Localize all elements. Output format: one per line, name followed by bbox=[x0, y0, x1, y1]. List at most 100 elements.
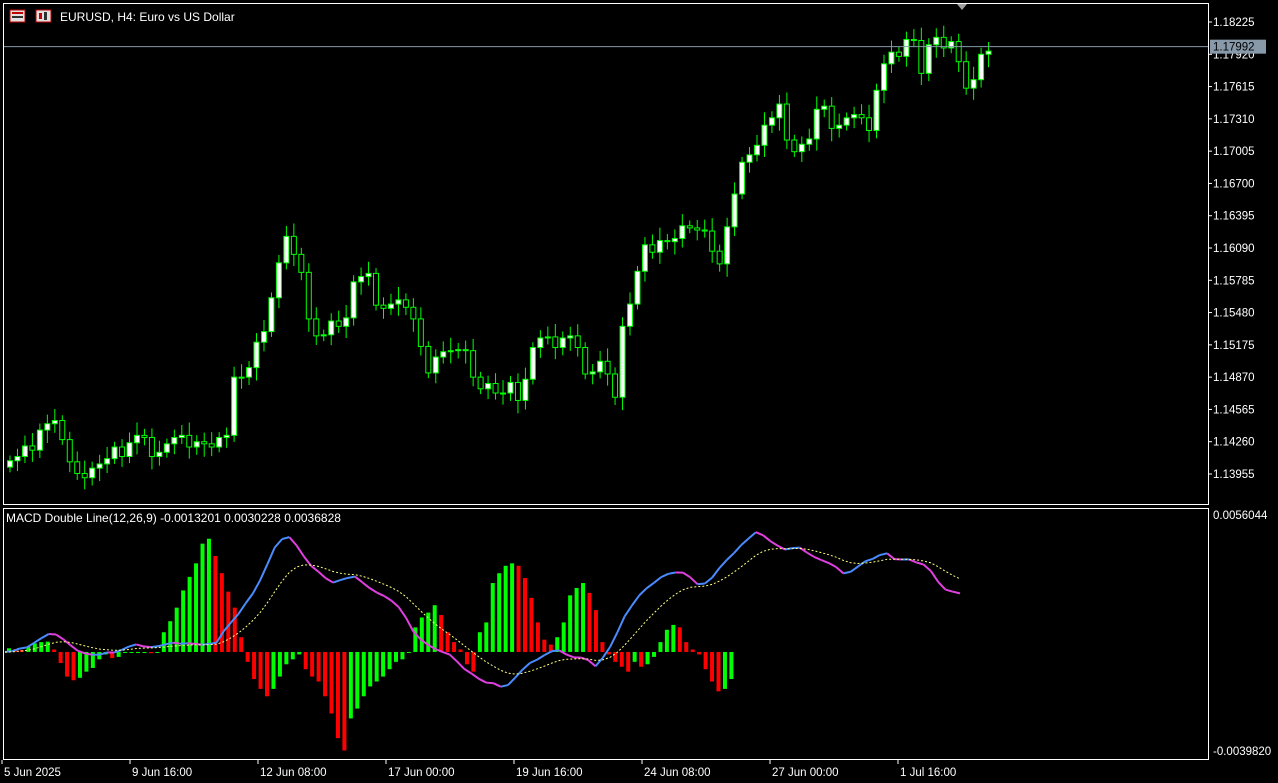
candle bbox=[500, 380, 507, 405]
candle bbox=[36, 423, 43, 459]
macd-line-segment bbox=[347, 575, 356, 579]
histogram-bar bbox=[174, 607, 179, 652]
candle bbox=[193, 435, 200, 455]
time-tick-label: 27 Jun 00:00 bbox=[772, 767, 839, 779]
histogram-bar bbox=[265, 651, 269, 697]
macd-line-segment bbox=[48, 633, 57, 636]
macd-line-segment bbox=[660, 572, 669, 579]
candle bbox=[477, 371, 484, 395]
macd-line-segment bbox=[623, 604, 633, 617]
candle bbox=[828, 97, 835, 142]
candle bbox=[783, 92, 790, 150]
histogram-bar bbox=[258, 651, 263, 689]
histogram-bar bbox=[400, 651, 405, 660]
candle bbox=[246, 361, 253, 385]
macd-line-segment bbox=[937, 581, 947, 591]
candle bbox=[485, 375, 492, 400]
candle bbox=[350, 275, 357, 326]
candle bbox=[89, 461, 96, 486]
candle bbox=[701, 219, 708, 238]
macd-line-segment bbox=[310, 565, 320, 573]
candle bbox=[447, 337, 454, 364]
histogram-bar bbox=[206, 538, 211, 652]
shift-triangle-icon[interactable] bbox=[957, 4, 967, 10]
histogram-bar bbox=[523, 578, 527, 652]
histogram-bar bbox=[348, 651, 353, 719]
macd-line-segment bbox=[33, 637, 42, 644]
candle bbox=[970, 66, 977, 100]
histogram-bar bbox=[658, 642, 663, 652]
candle bbox=[358, 267, 365, 295]
candle bbox=[343, 304, 350, 338]
candle bbox=[260, 319, 267, 352]
candle bbox=[813, 96, 820, 151]
candle bbox=[470, 339, 477, 387]
histogram-bar bbox=[697, 651, 702, 655]
histogram-bar bbox=[394, 651, 398, 662]
histogram-bar bbox=[729, 651, 734, 680]
candle bbox=[462, 340, 469, 364]
histogram-bar bbox=[45, 641, 50, 652]
macd-line-segment bbox=[383, 595, 392, 602]
candle bbox=[746, 147, 753, 173]
time-tick-label: 17 Jun 00:00 bbox=[388, 767, 455, 779]
histogram-bar bbox=[484, 622, 489, 652]
histogram-bar bbox=[129, 651, 134, 653]
candle bbox=[656, 227, 663, 264]
histogram-bar bbox=[529, 597, 534, 652]
macd-line-segment bbox=[368, 587, 378, 594]
candle bbox=[395, 286, 402, 316]
candle bbox=[798, 136, 805, 163]
candle bbox=[963, 51, 970, 95]
histogram-bar bbox=[600, 642, 605, 652]
chart-type-icon[interactable] bbox=[35, 9, 52, 23]
histogram-bar bbox=[671, 624, 676, 652]
macd-line-segment bbox=[864, 557, 873, 563]
macd-line-segment bbox=[361, 581, 371, 589]
candle bbox=[731, 182, 738, 236]
macd-line-segment bbox=[806, 551, 815, 558]
histogram-bar bbox=[535, 622, 540, 652]
price-tick-label: 1.14870 bbox=[1213, 372, 1255, 384]
histogram-bar bbox=[136, 651, 140, 653]
candle bbox=[582, 342, 589, 380]
histogram-bar bbox=[232, 607, 237, 652]
histogram-bar bbox=[568, 595, 573, 652]
current-price-tag: 1.17992 bbox=[1210, 39, 1266, 54]
histogram-bar bbox=[155, 651, 160, 653]
macd-line-segment bbox=[711, 567, 721, 579]
histogram-bar bbox=[303, 651, 308, 670]
macd-line-segment bbox=[143, 645, 151, 649]
macd-line-segment bbox=[915, 561, 924, 566]
histogram-bar bbox=[632, 651, 637, 662]
chart-window-icon[interactable] bbox=[9, 9, 26, 23]
macd-line-segment bbox=[507, 676, 517, 686]
histogram-bar bbox=[716, 651, 721, 692]
histogram-bar bbox=[271, 651, 276, 689]
candle bbox=[163, 438, 170, 458]
macd-line-segment bbox=[85, 652, 93, 656]
candle bbox=[552, 324, 559, 360]
histogram-bar bbox=[342, 651, 347, 751]
histogram-bar bbox=[652, 651, 656, 657]
macd-line-segment bbox=[493, 682, 502, 688]
macd-line-segment bbox=[500, 684, 509, 688]
macd-line-segment bbox=[645, 582, 655, 590]
macd-line-segment bbox=[886, 552, 896, 560]
candle bbox=[141, 428, 148, 446]
candle bbox=[81, 460, 88, 490]
macd-line-segment bbox=[850, 565, 859, 573]
histogram-bar bbox=[252, 651, 257, 680]
price-tick-label: 1.16700 bbox=[1213, 178, 1255, 190]
histogram-bar bbox=[213, 555, 218, 652]
macd-line-segment bbox=[747, 531, 757, 540]
macd-line-segment bbox=[390, 599, 400, 608]
histogram-bar bbox=[245, 651, 250, 662]
price-tick-label: 1.17615 bbox=[1213, 82, 1255, 94]
histogram-bar bbox=[684, 642, 689, 652]
histogram-bar bbox=[355, 651, 360, 709]
candle bbox=[529, 342, 536, 385]
candle bbox=[201, 432, 208, 457]
time-tick-label: 5 Jun 2025 bbox=[4, 767, 61, 779]
histogram-bar bbox=[471, 651, 476, 672]
